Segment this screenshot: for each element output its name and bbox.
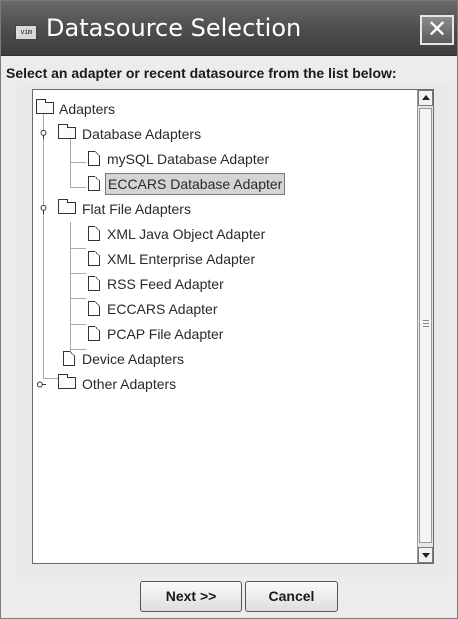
tree-node-label: XML Enterprise Adapter xyxy=(107,251,256,267)
app-icon: vim xyxy=(15,25,37,40)
tree-node-label: mySQL Database Adapter xyxy=(107,151,270,167)
tree-node-label: Adapters xyxy=(59,101,116,117)
adapter-tree-panel: Adapters Database Adapters mySQL Databas… xyxy=(32,89,434,564)
folder-icon xyxy=(36,99,54,114)
tree-node-label: PCAP File Adapter xyxy=(107,326,224,342)
tree-node-device-adapters[interactable]: Device Adapters xyxy=(33,348,293,370)
folder-icon xyxy=(58,374,76,389)
expanded-handle-icon[interactable] xyxy=(39,130,48,139)
grip-icon xyxy=(423,326,429,327)
cancel-button[interactable]: Cancel xyxy=(245,581,338,612)
folder-icon xyxy=(58,199,76,214)
collapsed-handle-icon[interactable] xyxy=(37,380,46,389)
vertical-scrollbar[interactable] xyxy=(417,90,433,563)
tree-node-flat-file-adapters[interactable]: Flat File Adapters xyxy=(33,198,293,220)
close-icon[interactable]: ✕ xyxy=(420,15,454,45)
expanded-handle-icon[interactable] xyxy=(39,205,48,214)
tree-node-label: ECCARS Adapter xyxy=(107,301,218,317)
adapter-tree[interactable]: Adapters Database Adapters mySQL Databas… xyxy=(33,90,419,563)
tree-node-xml-java-object-adapter[interactable]: XML Java Object Adapter xyxy=(33,223,363,245)
tree-node-pcap-file-adapter[interactable]: PCAP File Adapter xyxy=(33,323,363,345)
datasource-selection-dialog: vim Datasource Selection ✕ Select an ada… xyxy=(0,0,458,619)
tree-node-mysql-database-adapter[interactable]: mySQL Database Adapter xyxy=(33,148,363,170)
scroll-down-button[interactable] xyxy=(418,547,433,563)
file-icon xyxy=(88,326,100,341)
tree-node-label: RSS Feed Adapter xyxy=(107,276,224,292)
tree-node-eccars-database-adapter[interactable]: ECCARS Database Adapter xyxy=(33,173,363,195)
file-icon xyxy=(88,226,100,241)
scroll-up-button[interactable] xyxy=(418,90,433,106)
file-icon xyxy=(88,251,100,266)
grip-icon xyxy=(423,320,429,321)
arrow-down-icon xyxy=(422,553,430,558)
tree-node-label: Flat File Adapters xyxy=(82,201,191,217)
tree-node-database-adapters[interactable]: Database Adapters xyxy=(33,123,293,145)
tree-node-eccars-adapter[interactable]: ECCARS Adapter xyxy=(33,298,363,320)
file-icon xyxy=(88,276,100,291)
tree-node-label: Other Adapters xyxy=(82,376,177,392)
button-bar: Next >> Cancel xyxy=(1,581,457,617)
arrow-up-icon xyxy=(422,95,430,100)
instruction-text: Select an adapter or recent datasource f… xyxy=(6,65,397,81)
grip-icon xyxy=(423,323,429,324)
scroll-thumb[interactable] xyxy=(419,108,432,543)
tree-node-label: XML Java Object Adapter xyxy=(107,226,266,242)
file-icon xyxy=(88,151,100,166)
file-icon xyxy=(88,301,100,316)
tree-node-rss-feed-adapter[interactable]: RSS Feed Adapter xyxy=(33,273,363,295)
file-icon xyxy=(63,351,75,366)
window-title: Datasource Selection xyxy=(46,14,302,42)
title-bar[interactable]: vim Datasource Selection ✕ xyxy=(1,1,457,56)
tree-node-label: Database Adapters xyxy=(82,126,202,142)
folder-icon xyxy=(58,124,76,139)
next-button[interactable]: Next >> xyxy=(140,581,242,612)
tree-node-label: Device Adapters xyxy=(82,351,184,367)
tree-node-xml-enterprise-adapter[interactable]: XML Enterprise Adapter xyxy=(33,248,363,270)
file-icon xyxy=(88,176,100,191)
tree-node-adapters[interactable]: Adapters xyxy=(33,98,233,120)
tree-node-other-adapters[interactable]: Other Adapters xyxy=(33,373,293,395)
adapter-list-frame: Adapters Database Adapters mySQL Databas… xyxy=(17,82,449,577)
tree-node-label: ECCARS Database Adapter xyxy=(105,173,286,195)
